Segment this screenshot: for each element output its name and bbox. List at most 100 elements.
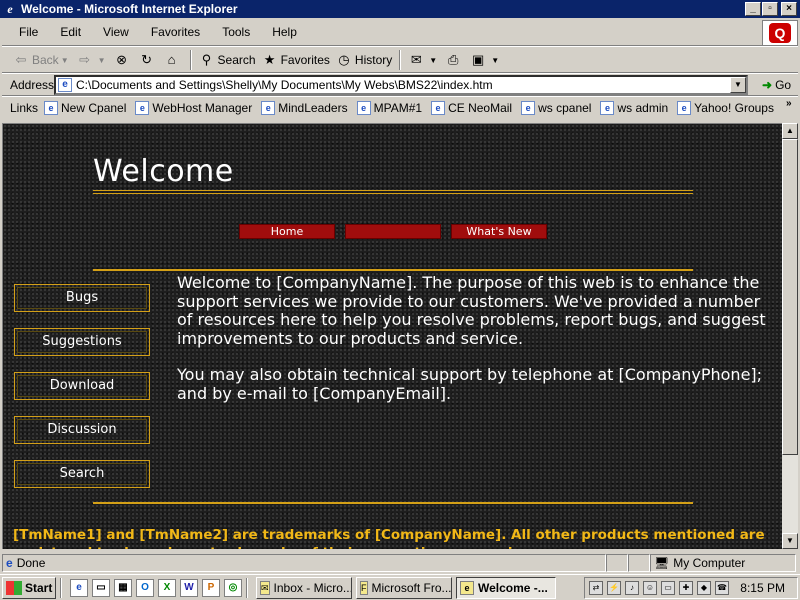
nav-blank-button[interactable] <box>345 224 441 239</box>
connection-tray-icon[interactable]: ⚡ <box>607 581 621 595</box>
ie-quicklaunch-icon[interactable]: e <box>70 578 88 597</box>
link-page-icon: e <box>521 101 536 115</box>
link-label: CE NeoMail <box>448 101 513 115</box>
scroll-thumb[interactable] <box>782 139 798 455</box>
windows-logo-icon: win <box>6 580 22 595</box>
link-label: Yahoo! Groups <box>694 101 774 115</box>
link-new-cpanel[interactable]: e New Cpanel <box>44 101 126 115</box>
go-button[interactable]: ➜ Go <box>762 78 791 92</box>
network-tray-icon[interactable]: ⇄ <box>589 581 603 595</box>
printer-icon: ⎙ <box>447 52 459 67</box>
go-label: Go <box>775 78 792 92</box>
side-search-button[interactable]: Search <box>14 460 150 488</box>
side-suggestions-button[interactable]: Suggestions <box>14 328 150 356</box>
address-dropdown-icon[interactable]: ▼ <box>730 77 746 93</box>
home-icon: ⌂ <box>167 52 176 67</box>
edit-dropdown-icon[interactable]: ▼ <box>491 56 499 65</box>
side-bugs-button[interactable]: Bugs <box>14 284 150 312</box>
standard-toolbar: ⇦ Back ▼ ⇨ ▼ ⊗ ↻ ⌂ ⚲ Search ★ Favorites … <box>0 47 800 73</box>
shield-tray-icon[interactable]: ✚ <box>679 581 693 595</box>
link-ws-cpanel[interactable]: e ws cpanel <box>521 101 591 115</box>
forward-button[interactable]: ⇨ ▼ <box>74 49 111 71</box>
status-text-cell: e Done <box>2 554 606 572</box>
mail-button[interactable]: ✉ ▼ <box>405 49 442 71</box>
links-overflow-icon[interactable]: » <box>786 98 792 109</box>
mail-dropdown-icon[interactable]: ▼ <box>429 56 437 65</box>
home-button[interactable]: ⌂ <box>161 49 186 71</box>
title-rule <box>93 193 693 194</box>
link-webhost-manager[interactable]: e WebHost Manager <box>135 101 252 115</box>
monitor-tray-icon[interactable]: ▭ <box>661 581 675 595</box>
intro-paragraph: Welcome to [CompanyName]. The purpose of… <box>177 273 766 348</box>
scroll-up-icon[interactable]: ▲ <box>782 123 798 139</box>
messenger-tray-icon[interactable]: ☺ <box>643 581 657 595</box>
menu-tools[interactable]: Tools <box>211 25 261 39</box>
task-label: Microsoft Fro... <box>371 580 452 595</box>
system-tray: ⇄ ⚡ ♪ ☺ ▭ ✚ ◆ ☎ 8:15 PM <box>584 577 798 599</box>
close-button[interactable]: × <box>781 2 797 16</box>
edit-button[interactable]: ▣ ▼ <box>467 49 504 71</box>
back-button[interactable]: ⇦ Back ▼ <box>10 49 74 71</box>
nav-home-button[interactable]: Home <box>239 224 335 239</box>
history-button[interactable]: ◷ History <box>333 49 395 71</box>
link-page-icon: e <box>356 101 371 115</box>
app-quicklaunch-icon[interactable]: ◎ <box>224 578 242 597</box>
minimize-button[interactable]: _ <box>745 2 761 16</box>
menu-favorites[interactable]: Favorites <box>140 25 211 39</box>
menu-help[interactable]: Help <box>261 25 308 39</box>
address-bar: Address e C:\Documents and Settings\Shel… <box>0 74 800 96</box>
desktop-quicklaunch-icon[interactable]: ▭ <box>92 578 110 597</box>
print-button[interactable]: ⎙ <box>442 49 467 71</box>
link-ws-admin[interactable]: e ws admin <box>600 101 668 115</box>
menu-file[interactable]: File <box>8 25 49 39</box>
link-ce-neomail[interactable]: e CE NeoMail <box>431 101 512 115</box>
excel-quicklaunch-icon[interactable]: X <box>158 578 176 597</box>
word-quicklaunch-icon[interactable]: W <box>180 578 198 597</box>
toolbar-separator <box>189 50 192 70</box>
stop-button[interactable]: ⊗ <box>111 49 136 71</box>
window-title: Welcome - Microsoft Internet Explorer <box>21 2 238 16</box>
inbox-icon: ✉ <box>260 580 270 595</box>
volume-tray-icon[interactable]: ♪ <box>625 581 639 595</box>
maximize-button[interactable]: ▫ <box>762 2 778 16</box>
back-dropdown-icon[interactable]: ▼ <box>61 56 69 65</box>
link-yahoo-groups[interactable]: e Yahoo! Groups <box>677 101 774 115</box>
status-zone-cell: 🖥 My Computer <box>650 554 796 572</box>
page-icon: e <box>58 78 72 92</box>
side-discussion-button[interactable]: Discussion <box>14 416 150 444</box>
refresh-icon: ↻ <box>141 52 152 67</box>
security-tray-icon[interactable]: ◆ <box>697 581 711 595</box>
title-rule <box>93 190 693 191</box>
page-content: Welcome Home What's New Bugs Suggestions… <box>2 123 782 549</box>
status-progress-cell <box>606 554 628 572</box>
back-arrow-icon: ⇦ <box>15 52 27 67</box>
forward-dropdown-icon[interactable]: ▼ <box>98 56 106 65</box>
refresh-button[interactable]: ↻ <box>136 49 161 71</box>
task-inbox[interactable]: ✉ Inbox - Micro... <box>256 576 352 599</box>
link-page-icon: e <box>44 101 59 115</box>
vertical-scrollbar[interactable]: ▲ ▼ <box>782 123 798 549</box>
taskbar: win Start e ▭ ▦ O X W P ◎ ✉ Inbox - Micr… <box>0 574 800 600</box>
side-download-button[interactable]: Download <box>14 372 150 400</box>
task-frontpage[interactable]: F Microsoft Fro... <box>356 576 452 599</box>
status-lock-cell <box>628 554 650 572</box>
outlook-quicklaunch-icon[interactable]: O <box>136 578 154 597</box>
task-label: Welcome -... <box>478 580 548 595</box>
task-welcome[interactable]: e Welcome -... <box>456 576 556 599</box>
powerpoint-quicklaunch-icon[interactable]: P <box>202 578 220 597</box>
start-button[interactable]: win Start <box>2 576 56 599</box>
search-button[interactable]: ⚲ Search <box>196 49 259 71</box>
link-mpam1[interactable]: e MPAM#1 <box>356 101 422 115</box>
favorites-button[interactable]: ★ Favorites <box>259 49 333 71</box>
menu-edit[interactable]: Edit <box>49 25 92 39</box>
clock[interactable]: 8:15 PM <box>740 581 785 595</box>
scroll-down-icon[interactable]: ▼ <box>782 533 798 549</box>
link-mindleaders[interactable]: e MindLeaders <box>261 101 348 115</box>
address-input[interactable]: e C:\Documents and Settings\Shelly\My Do… <box>54 75 748 95</box>
content-top-rule <box>93 269 693 271</box>
phone-tray-icon[interactable]: ☎ <box>715 581 729 595</box>
menu-view[interactable]: View <box>92 25 140 39</box>
calculator-quicklaunch-icon[interactable]: ▦ <box>114 578 132 597</box>
status-zone: My Computer <box>673 556 746 570</box>
nav-whats-new-button[interactable]: What's New <box>451 224 547 239</box>
